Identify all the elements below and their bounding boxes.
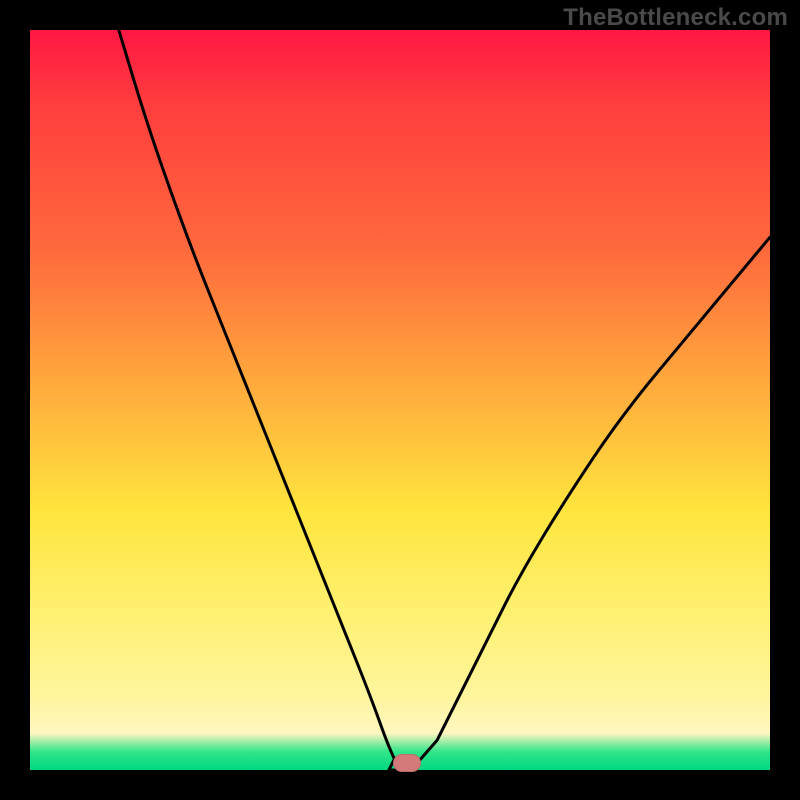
- watermark-text: TheBottleneck.com: [563, 4, 788, 32]
- chart-frame: TheBottleneck.com: [0, 0, 800, 800]
- plot-area: [30, 30, 770, 770]
- optimal-point-marker: [393, 754, 421, 772]
- bottleneck-curve: [119, 30, 770, 770]
- curve-svg: [30, 30, 770, 770]
